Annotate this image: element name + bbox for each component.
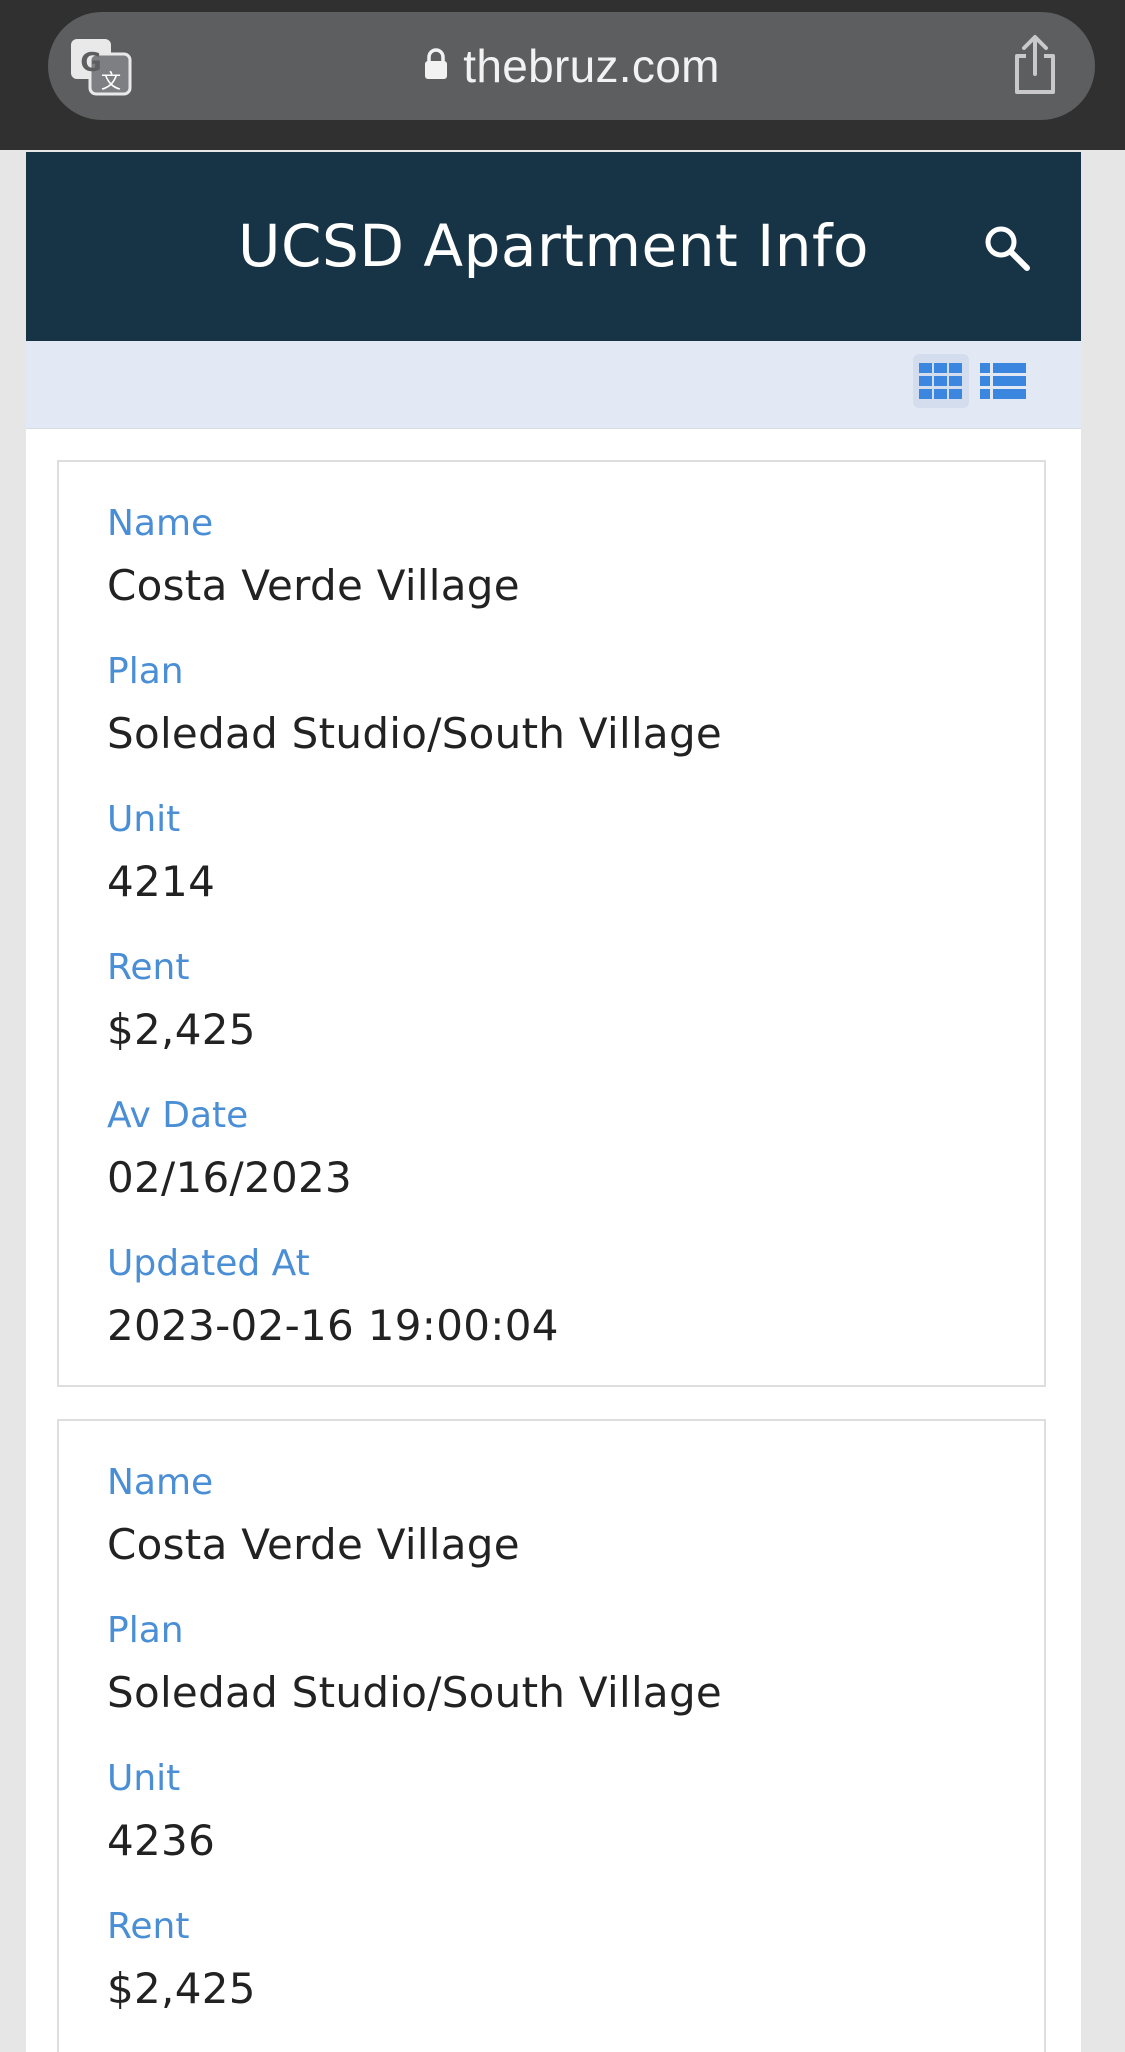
- unit-label: Unit: [107, 799, 181, 840]
- rent-value: $2,425: [107, 1005, 256, 1054]
- page-content: UCSD Apartment Info Name Costa Verde Vil…: [26, 152, 1081, 2052]
- unit-field: Unit 4214: [107, 794, 215, 918]
- grid-view-icon[interactable]: [913, 354, 969, 408]
- plan-label: Plan: [107, 1610, 184, 1651]
- rent-label: Rent: [107, 947, 190, 988]
- unit-value: 4214: [107, 857, 216, 906]
- url-text: thebruz.com: [463, 40, 720, 92]
- updated-at-value: 2023-02-16 19:00:04: [107, 1301, 559, 1350]
- av-date-field: Av Date 02/16/2023: [107, 1090, 352, 1214]
- plan-label: Plan: [107, 651, 184, 692]
- rent-value: $2,425: [107, 1964, 256, 2013]
- name-label: Name: [107, 1462, 214, 1503]
- name-value: Costa Verde Village: [107, 561, 520, 610]
- rent-label: Rent: [107, 1906, 190, 1947]
- av-date-value: 02/16/2023: [107, 1153, 353, 1202]
- view-toolbar: [26, 341, 1081, 429]
- lock-icon: [425, 48, 448, 79]
- rent-field: Rent $2,425: [107, 1901, 256, 2025]
- name-label: Name: [107, 503, 214, 544]
- share-icon[interactable]: [1009, 34, 1061, 96]
- listing-card[interactable]: Name Costa Verde Village Plan Soledad St…: [57, 460, 1046, 1387]
- address-bar[interactable]: G 文 thebruz.com: [48, 12, 1095, 120]
- rent-field: Rent $2,425: [107, 942, 256, 1066]
- name-value: Costa Verde Village: [107, 1520, 520, 1569]
- app-header: UCSD Apartment Info: [26, 152, 1081, 341]
- list-view-icon[interactable]: [975, 354, 1031, 408]
- plan-field: Plan Soledad Studio/South Village: [107, 1605, 722, 1729]
- name-field: Name Costa Verde Village: [107, 1457, 520, 1581]
- av-date-label: Av Date: [107, 1095, 249, 1136]
- name-field: Name Costa Verde Village: [107, 498, 520, 622]
- unit-label: Unit: [107, 1758, 181, 1799]
- unit-field: Unit 4236: [107, 1753, 215, 1877]
- updated-at-field: Updated At 2023-02-16 19:00:04: [107, 1238, 559, 1362]
- plan-field: Plan Soledad Studio/South Village: [107, 646, 722, 770]
- updated-at-label: Updated At: [107, 1243, 310, 1284]
- listing-card[interactable]: Name Costa Verde Village Plan Soledad St…: [57, 1419, 1046, 2052]
- browser-toolbar: G 文 thebruz.com: [0, 0, 1125, 150]
- page-title: UCSD Apartment Info: [238, 212, 869, 280]
- plan-value: Soledad Studio/South Village: [107, 709, 723, 758]
- plan-value: Soledad Studio/South Village: [107, 1668, 723, 1717]
- unit-value: 4236: [107, 1816, 216, 1865]
- search-icon[interactable]: [983, 224, 1031, 272]
